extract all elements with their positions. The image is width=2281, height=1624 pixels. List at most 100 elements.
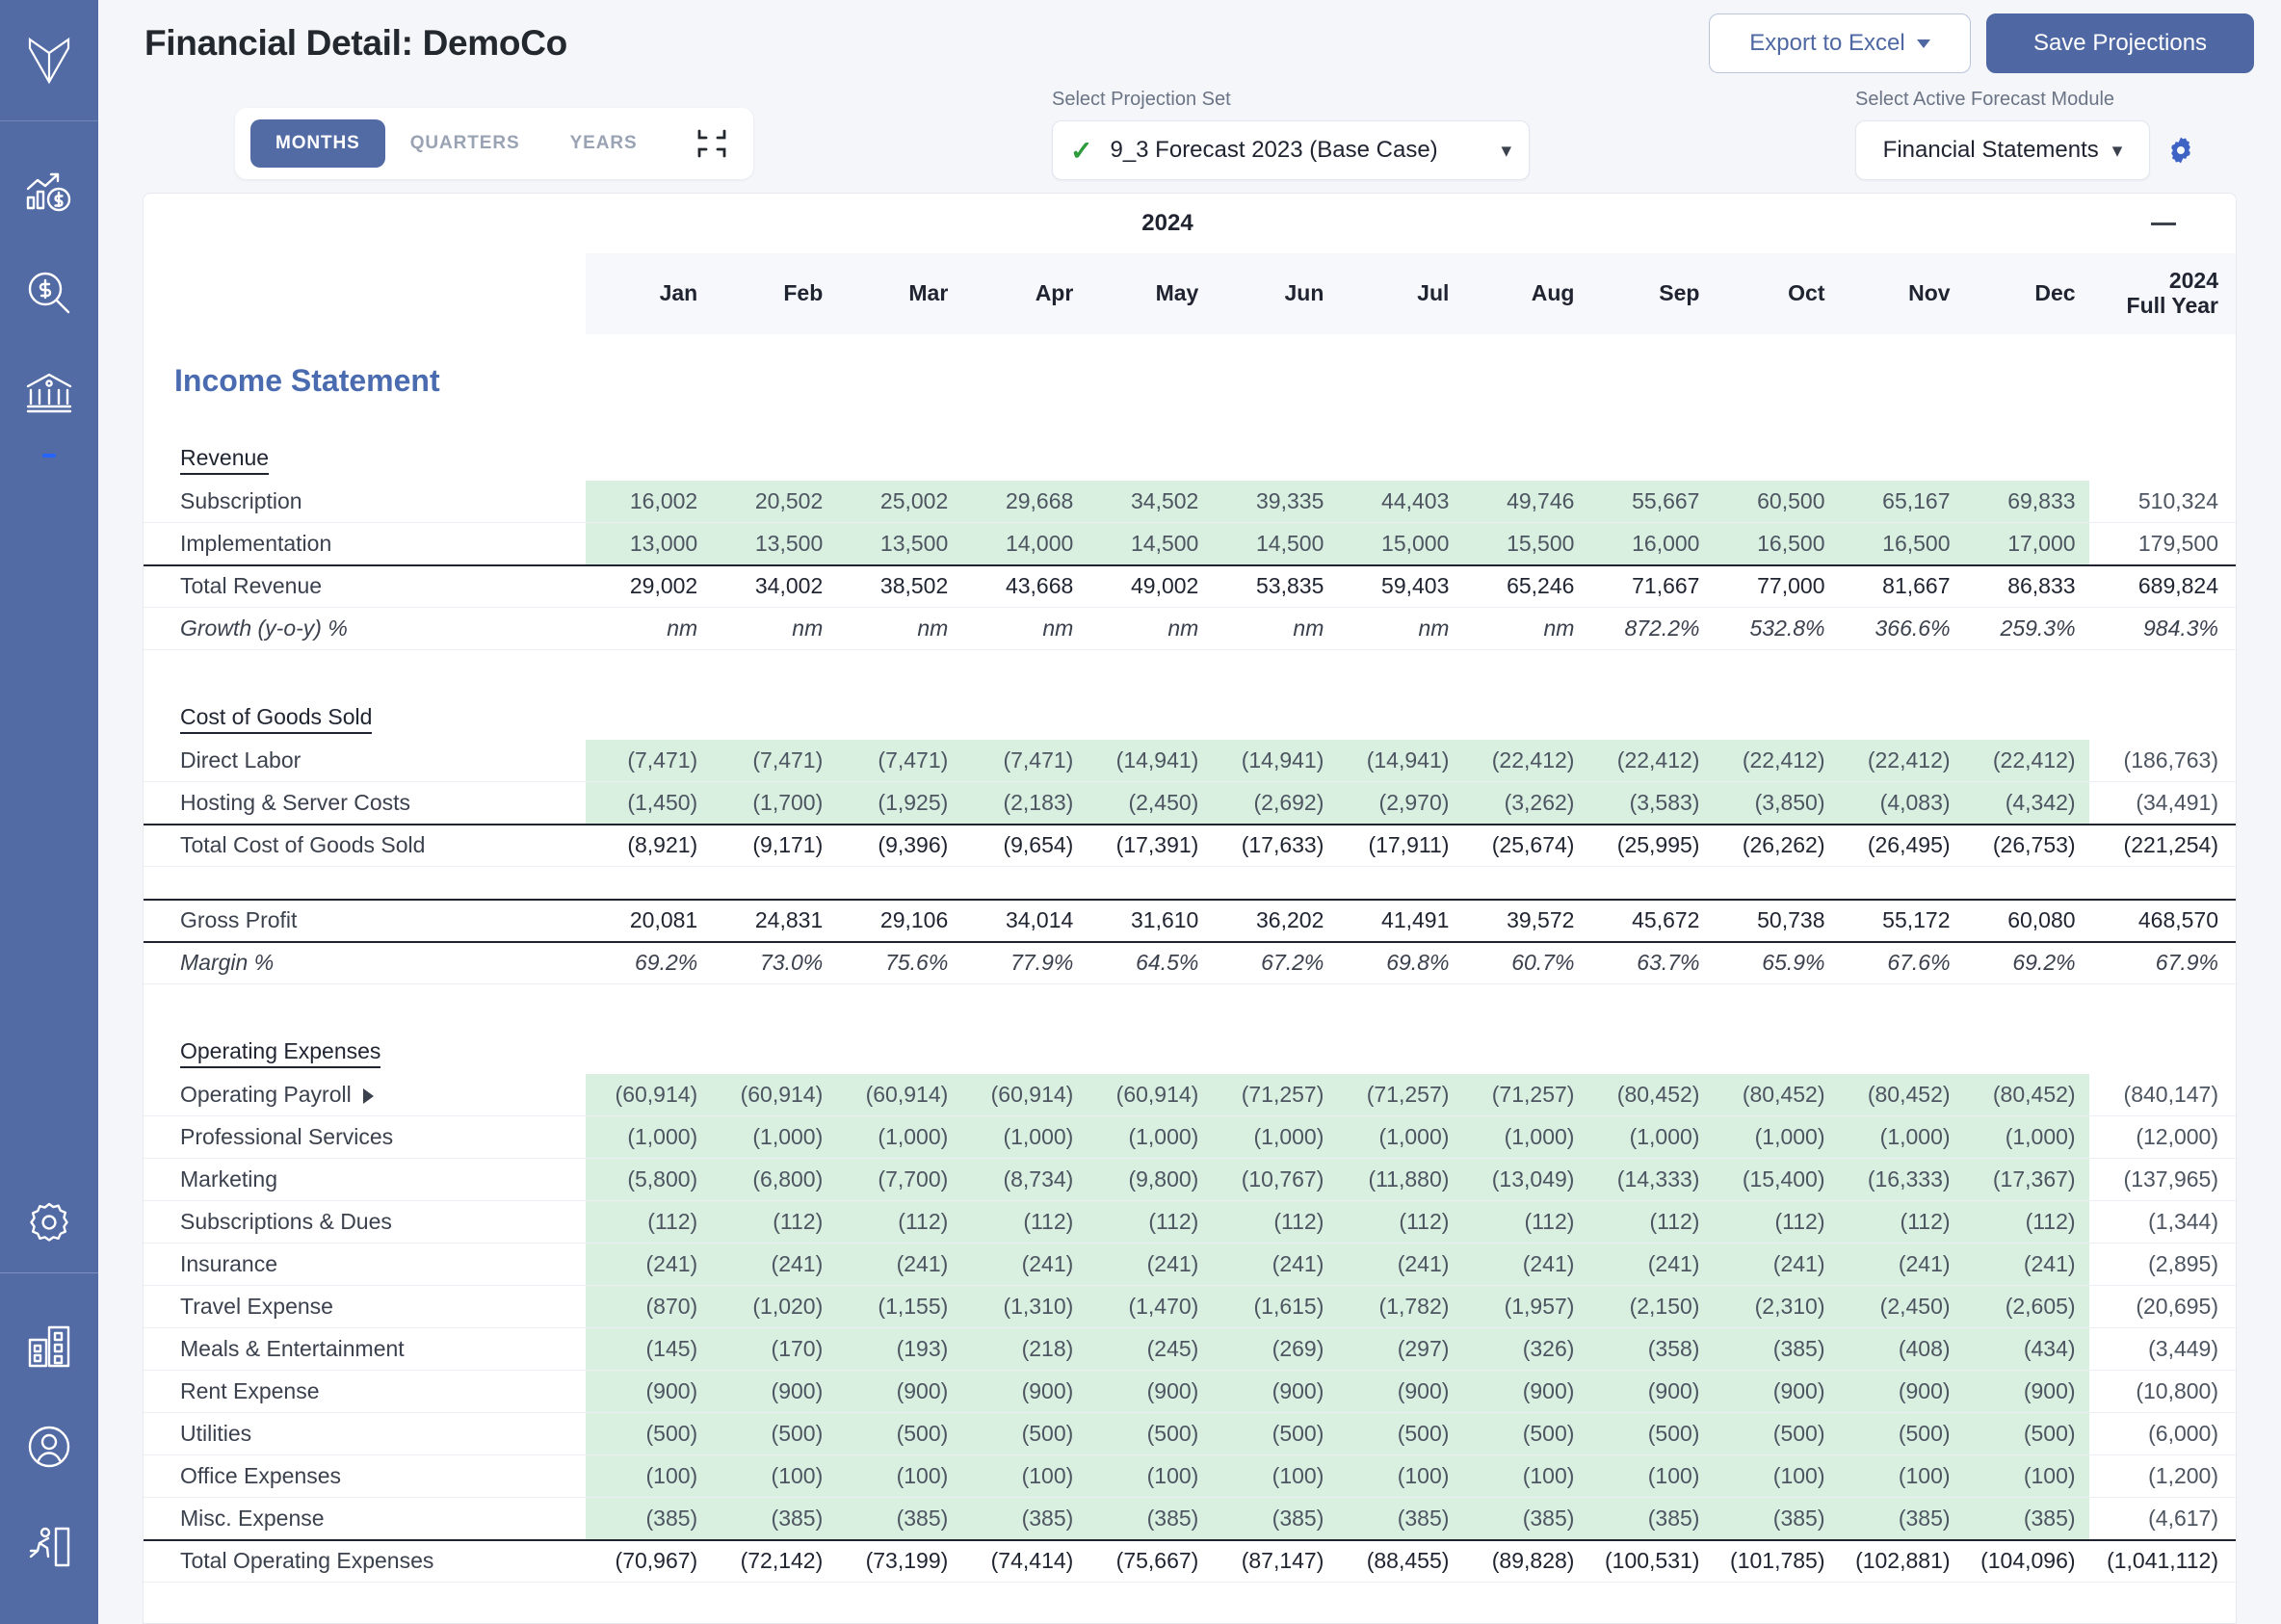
editable-cell[interactable]: 69,833 (1963, 480, 2089, 523)
export-to-excel-button[interactable]: Export to Excel (1709, 13, 1971, 73)
editable-cell[interactable]: (385) (1587, 1497, 1714, 1540)
expand-arrow-icon[interactable] (362, 1087, 374, 1104)
editable-cell[interactable]: (1,700) (711, 781, 837, 825)
editable-cell[interactable]: (1,615) (1212, 1285, 1338, 1328)
editable-cell[interactable]: 16,500 (1838, 522, 1964, 565)
editable-cell[interactable]: (1,000) (1337, 1115, 1463, 1159)
editable-cell[interactable]: (500) (1337, 1412, 1463, 1455)
editable-cell[interactable]: (22,412) (1838, 739, 1964, 782)
editable-cell[interactable]: (385) (1838, 1497, 1964, 1540)
sidebar-item-settings[interactable] (0, 1172, 98, 1272)
editable-cell[interactable]: 15,500 (1462, 522, 1588, 565)
save-projections-button[interactable]: Save Projections (1986, 13, 2254, 73)
editable-cell[interactable]: (8,734) (961, 1158, 1088, 1201)
editable-cell[interactable]: (241) (836, 1243, 962, 1286)
editable-cell[interactable]: (241) (1337, 1243, 1463, 1286)
editable-cell[interactable]: (385) (836, 1497, 962, 1540)
editable-cell[interactable]: (900) (1963, 1370, 2089, 1413)
editable-cell[interactable]: 60,500 (1713, 480, 1839, 523)
editable-cell[interactable]: (112) (1838, 1200, 1964, 1244)
editable-cell[interactable]: (434) (1963, 1327, 2089, 1371)
editable-cell[interactable]: (241) (961, 1243, 1088, 1286)
editable-cell[interactable]: (1,000) (1713, 1115, 1839, 1159)
editable-cell[interactable]: (2,450) (1838, 1285, 1964, 1328)
editable-cell[interactable]: (241) (1713, 1243, 1839, 1286)
sidebar-item-analytics[interactable] (0, 143, 98, 243)
editable-cell[interactable]: (80,452) (1838, 1073, 1964, 1116)
editable-cell[interactable]: (2,970) (1337, 781, 1463, 825)
tab-quarters[interactable]: QUARTERS (385, 119, 545, 168)
editable-cell[interactable]: (112) (836, 1200, 962, 1244)
editable-cell[interactable]: (245) (1087, 1327, 1213, 1371)
editable-cell[interactable]: (500) (961, 1412, 1088, 1455)
editable-cell[interactable]: (14,333) (1587, 1158, 1714, 1201)
editable-cell[interactable]: (5,800) (586, 1158, 712, 1201)
editable-cell[interactable]: 55,667 (1587, 480, 1714, 523)
collapse-arrows-icon[interactable] (695, 127, 728, 160)
editable-cell[interactable]: (2,310) (1713, 1285, 1839, 1328)
editable-cell[interactable]: (100) (1838, 1454, 1964, 1498)
editable-cell[interactable]: (2,450) (1087, 781, 1213, 825)
editable-cell[interactable]: (112) (1713, 1200, 1839, 1244)
editable-cell[interactable]: (900) (836, 1370, 962, 1413)
editable-cell[interactable]: (170) (711, 1327, 837, 1371)
editable-cell[interactable]: (1,450) (586, 781, 712, 825)
editable-cell[interactable]: (269) (1212, 1327, 1338, 1371)
editable-cell[interactable]: (17,367) (1963, 1158, 2089, 1201)
editable-cell[interactable]: (500) (711, 1412, 837, 1455)
editable-cell[interactable]: (13,049) (1462, 1158, 1588, 1201)
editable-cell[interactable]: (100) (1713, 1454, 1839, 1498)
projection-set-select[interactable]: ✓ 9_3 Forecast 2023 (Base Case) ▾ (1052, 120, 1530, 180)
editable-cell[interactable]: (100) (586, 1454, 712, 1498)
editable-cell[interactable]: 20,502 (711, 480, 837, 523)
editable-cell[interactable]: (9,800) (1087, 1158, 1213, 1201)
editable-cell[interactable]: 14,000 (961, 522, 1088, 565)
minimize-icon[interactable] (2149, 211, 2178, 236)
editable-cell[interactable]: (500) (1087, 1412, 1213, 1455)
module-settings-gear-icon[interactable] (2165, 135, 2196, 166)
editable-cell[interactable]: (1,000) (1087, 1115, 1213, 1159)
editable-cell[interactable]: (1,957) (1462, 1285, 1588, 1328)
editable-cell[interactable]: (7,471) (711, 739, 837, 782)
editable-cell[interactable]: (80,452) (1587, 1073, 1714, 1116)
editable-cell[interactable]: (900) (711, 1370, 837, 1413)
editable-cell[interactable]: (870) (586, 1285, 712, 1328)
editable-cell[interactable]: (900) (586, 1370, 712, 1413)
editable-cell[interactable]: (900) (1838, 1370, 1964, 1413)
editable-cell[interactable]: (241) (1462, 1243, 1588, 1286)
editable-cell[interactable]: (4,342) (1963, 781, 2089, 825)
editable-cell[interactable]: 39,335 (1212, 480, 1338, 523)
editable-cell[interactable]: (2,183) (961, 781, 1088, 825)
editable-cell[interactable]: (22,412) (1963, 739, 2089, 782)
editable-cell[interactable]: (241) (1587, 1243, 1714, 1286)
editable-cell[interactable]: (500) (1462, 1412, 1588, 1455)
tab-years[interactable]: YEARS (545, 119, 663, 168)
editable-cell[interactable]: (241) (711, 1243, 837, 1286)
editable-cell[interactable]: 49,746 (1462, 480, 1588, 523)
editable-cell[interactable]: (14,941) (1337, 739, 1463, 782)
editable-cell[interactable]: (3,583) (1587, 781, 1714, 825)
editable-cell[interactable]: (112) (1337, 1200, 1463, 1244)
editable-cell[interactable]: (1,000) (711, 1115, 837, 1159)
editable-cell[interactable]: (385) (1713, 1327, 1839, 1371)
editable-cell[interactable]: (1,782) (1337, 1285, 1463, 1328)
editable-cell[interactable]: (3,850) (1713, 781, 1839, 825)
editable-cell[interactable]: (112) (961, 1200, 1088, 1244)
editable-cell[interactable]: (385) (1087, 1497, 1213, 1540)
editable-cell[interactable]: 65,167 (1838, 480, 1964, 523)
editable-cell[interactable]: (241) (1838, 1243, 1964, 1286)
editable-cell[interactable]: (100) (1337, 1454, 1463, 1498)
editable-cell[interactable]: (60,914) (586, 1073, 712, 1116)
editable-cell[interactable]: (112) (1963, 1200, 2089, 1244)
editable-cell[interactable]: (112) (1087, 1200, 1213, 1244)
editable-cell[interactable]: (100) (1212, 1454, 1338, 1498)
editable-cell[interactable]: (241) (1087, 1243, 1213, 1286)
editable-cell[interactable]: (358) (1587, 1327, 1714, 1371)
editable-cell[interactable]: (112) (1212, 1200, 1338, 1244)
editable-cell[interactable]: (112) (1462, 1200, 1588, 1244)
editable-cell[interactable]: (2,150) (1587, 1285, 1714, 1328)
editable-cell[interactable]: (193) (836, 1327, 962, 1371)
sidebar-item-account[interactable] (0, 1397, 98, 1497)
editable-cell[interactable]: (100) (1963, 1454, 2089, 1498)
editable-cell[interactable]: (80,452) (1963, 1073, 2089, 1116)
